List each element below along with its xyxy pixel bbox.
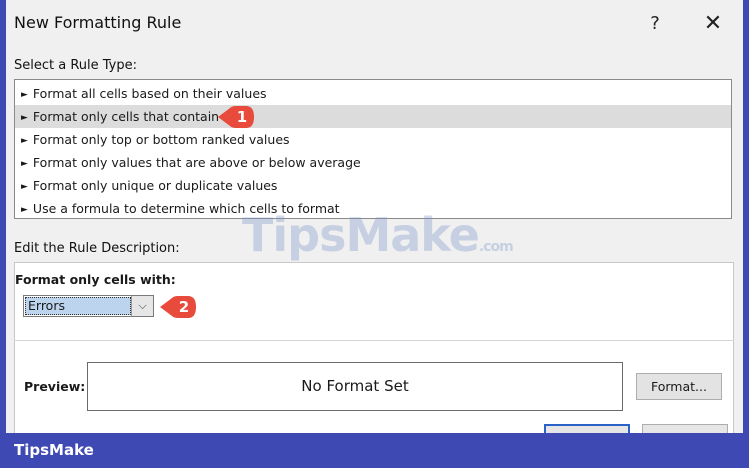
title-bar: New Formatting Rule ? ✕ [6,0,743,48]
arrow-icon: ► [21,182,28,192]
arrow-icon: ► [21,205,28,215]
arrow-icon: ► [21,113,28,123]
select-value: Errors [25,297,131,315]
rule-item-label: Use a formula to determine which cells t… [32,201,340,216]
brand-logo: TipsMake [14,441,94,459]
help-icon[interactable]: ? [640,10,670,38]
rule-item-above-below-average[interactable]: ► Format only values that are above or be… [15,151,731,174]
rule-item-unique-duplicate[interactable]: ► Format only unique or duplicate values [15,174,731,197]
rule-item-label: Format all cells based on their values [32,86,267,101]
new-formatting-rule-dialog: New Formatting Rule ? ✕ Select a Rule Ty… [6,0,743,433]
divider [14,340,734,341]
preview-label: Preview: [24,379,86,394]
format-button[interactable]: Format... [636,373,722,400]
rule-item-label: Format only values that are above or bel… [32,155,361,170]
arrow-icon: ► [21,159,28,169]
rule-item-label: Format only top or bottom ranked values [32,132,290,147]
cell-condition-select[interactable]: Errors ⌵ [23,295,154,317]
cancel-button[interactable] [642,424,728,433]
close-icon[interactable]: ✕ [698,10,728,38]
select-rule-type-label: Select a Rule Type: [14,58,138,73]
arrow-icon: ► [21,90,28,100]
rule-item-all-cells[interactable]: ► Format all cells based on their values [15,82,731,105]
ok-button[interactable] [544,424,630,433]
rule-item-cells-that-contain[interactable]: ► Format only cells that contain [15,105,731,128]
dialog-title: New Formatting Rule [14,13,182,32]
arrow-icon: ► [21,136,28,146]
edit-rule-description-label: Edit the Rule Description: [14,241,180,256]
callout-badge-2: 2 [158,294,198,320]
callout-number: 2 [178,298,190,316]
rule-item-top-bottom[interactable]: ► Format only top or bottom ranked values [15,128,731,151]
rule-type-list: ► Format all cells based on their values … [14,79,732,219]
format-only-cells-with-label: Format only cells with: [15,272,176,287]
preview-box: No Format Set [87,362,623,411]
footer-bar: TipsMake [0,433,749,468]
callout-number: 1 [236,108,248,126]
rule-item-label: Format only cells that contain [32,109,220,124]
chevron-down-icon[interactable]: ⌵ [131,296,153,316]
rule-item-label: Format only unique or duplicate values [32,178,278,193]
callout-badge-1: 1 [216,104,256,130]
rule-item-use-formula[interactable]: ► Use a formula to determine which cells … [15,197,731,220]
